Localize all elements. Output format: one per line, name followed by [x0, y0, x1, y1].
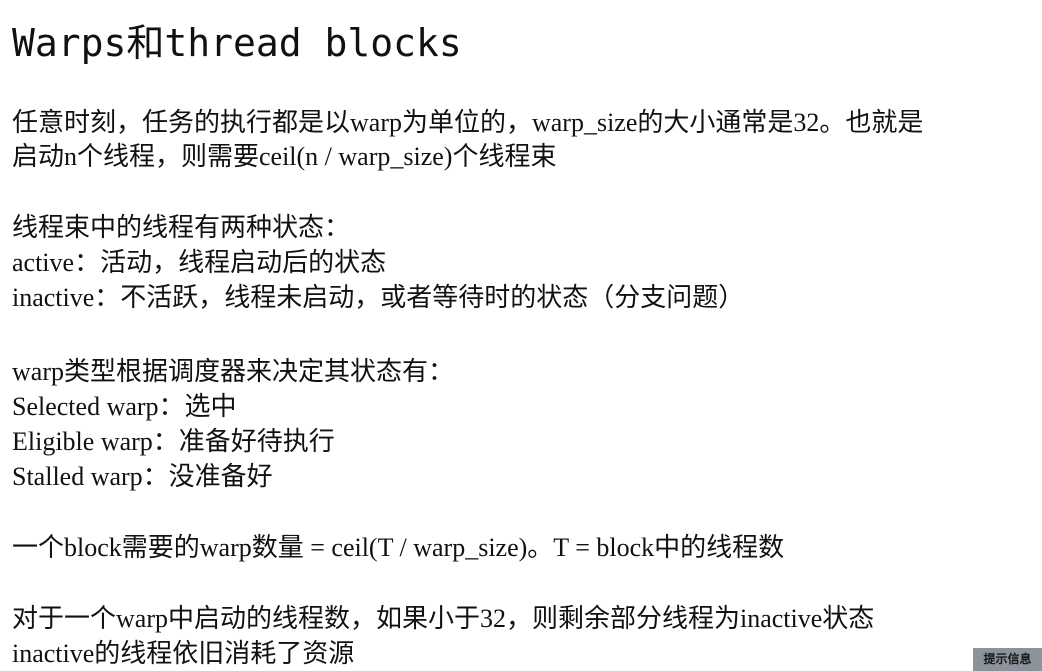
text-line: 对于一个warp中启动的线程数，如果小于32，则剩余部分线程为inactive状…: [12, 604, 875, 633]
text-line: Stalled warp：没准备好: [12, 462, 273, 491]
text-line: active：活动，线程启动后的状态: [12, 248, 387, 277]
text-line: 一个block需要的warp数量 = ceil(T / warp_size)。T…: [12, 533, 785, 562]
text-line: inactive：不活跃，线程未启动，或者等待时的状态（分支问题）: [12, 283, 745, 312]
hint-info-button[interactable]: 提示信息: [973, 648, 1042, 671]
text-line: 线程束中的线程有两种状态：: [12, 213, 351, 242]
text-line: inactive的线程依旧消耗了资源: [12, 639, 355, 668]
text-line: warp类型根据调度器来决定其状态有：: [12, 357, 454, 386]
text-line: Selected warp：选中: [12, 392, 237, 421]
text-line: Eligible warp：准备好待执行: [12, 427, 335, 456]
text-line: 启动n个线程，则需要ceil(n / warp_size)个线程束: [12, 142, 557, 171]
page-title: Warps和thread blocks: [12, 21, 462, 65]
text-line: 任意时刻，任务的执行都是以warp为单位的，warp_size的大小通常是32。…: [12, 108, 924, 137]
